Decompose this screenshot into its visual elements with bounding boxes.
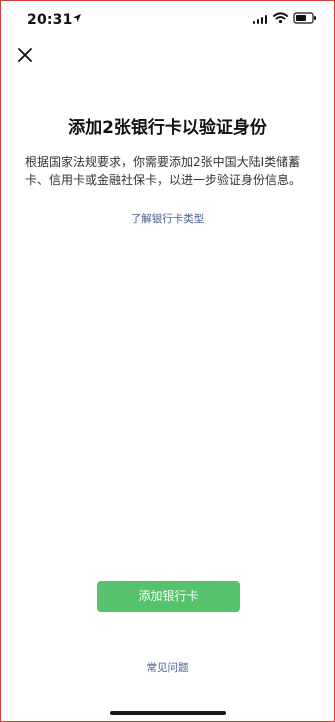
faq-link[interactable]: 常见问题 xyxy=(1,661,334,675)
location-arrow-icon xyxy=(73,14,81,22)
wifi-icon xyxy=(273,12,288,24)
status-time: 20:31 xyxy=(27,12,73,28)
add-bank-card-button[interactable]: 添加银行卡 xyxy=(97,581,240,612)
home-indicator xyxy=(110,711,226,715)
signal-icon xyxy=(253,15,267,24)
page-title: 添加2张银行卡以验证身份 xyxy=(68,118,267,138)
bank-card-verification-screen: 20:31 添加2张银行卡以验证身份 根据国家法规要求，你需要添加2张中国大陆Ⅰ… xyxy=(0,0,335,722)
verification-description: 根据国家法规要求，你需要添加2张中国大陆Ⅰ类储蓄卡、信用卡或金融社保卡，以进一步… xyxy=(25,155,302,187)
status-bar: 20:31 xyxy=(1,1,334,39)
close-button[interactable] xyxy=(14,44,36,66)
battery-icon xyxy=(293,12,316,24)
learn-bank-card-types-link[interactable]: 了解银行卡类型 xyxy=(1,212,334,226)
close-icon xyxy=(18,48,32,62)
